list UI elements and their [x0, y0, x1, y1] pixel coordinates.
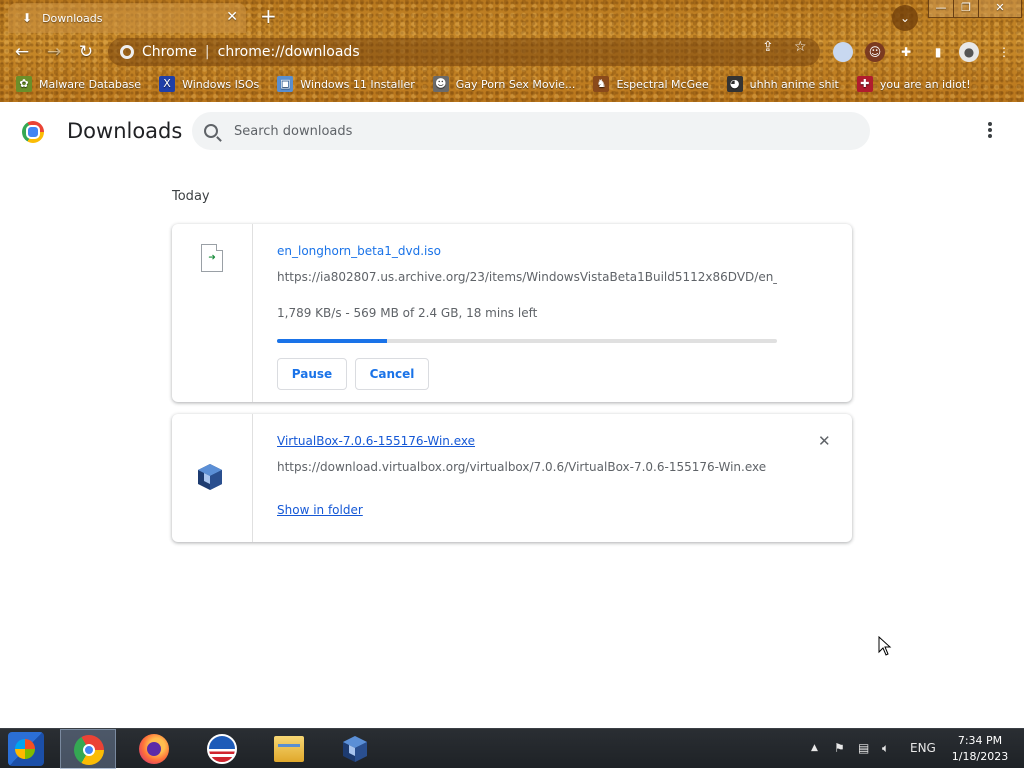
cancel-button[interactable]: Cancel	[355, 358, 429, 390]
download-status: 1,789 KB/s - 569 MB of 2.4 GB, 18 mins l…	[277, 306, 538, 320]
side-panel-icon[interactable]: ▮	[928, 42, 948, 62]
bookmark-item[interactable]: ▣ Windows 11 Installer	[277, 76, 415, 92]
download-url[interactable]: https://ia802807.us.archive.org/23/items…	[277, 270, 777, 284]
bookmark-label: uhhh anime shit	[749, 77, 839, 91]
download-url[interactable]: https://download.virtualbox.org/virtualb…	[277, 460, 777, 474]
face-icon: ☻	[432, 76, 449, 92]
icon-column: ➜	[172, 224, 253, 402]
x-icon: X	[159, 76, 176, 92]
taskbar-file-explorer[interactable]	[261, 729, 317, 769]
obama-icon	[207, 734, 237, 764]
bookmarks-bar: ✿ Malware Database X Windows ISOs ▣ Wind…	[0, 70, 1024, 98]
pause-button[interactable]: Pause	[277, 358, 347, 390]
site-label: Chrome	[142, 44, 197, 60]
bookmark-star-icon[interactable]: ☆	[794, 39, 807, 55]
bookmark-item[interactable]: ◕ uhhh anime shit	[726, 76, 839, 92]
title-bar: ⬇ Downloads ✕ + ⌄ — ❐ ✕	[0, 0, 1024, 34]
page-title: Downloads	[67, 119, 183, 143]
firefox-icon	[139, 734, 169, 764]
url-text: chrome://downloads	[217, 44, 360, 60]
chrome-logo-icon	[22, 121, 44, 143]
tab-title: Downloads	[42, 11, 103, 25]
date-group-label: Today	[172, 189, 210, 204]
taskbar: ▲ ⚑ ▤ 🔈︎ ENG 7:34 PM 1/18/2023	[0, 728, 1024, 769]
search-input[interactable]	[234, 123, 834, 139]
bookmark-item[interactable]: ☻ Gay Porn Sex Movie...	[432, 76, 576, 92]
search-box[interactable]	[192, 112, 870, 150]
search-icon	[204, 124, 218, 138]
taskbar-virtualbox[interactable]	[327, 729, 383, 769]
tab-search-button[interactable]: ⌄	[892, 5, 918, 31]
address-bar[interactable]: Chrome | chrome://downloads	[108, 38, 820, 66]
download-progress-bar	[277, 339, 777, 343]
file-icon: ➜	[201, 244, 223, 272]
volume-icon[interactable]: 🔈︎	[882, 741, 889, 756]
clock-date: 1/18/2023	[951, 750, 1009, 763]
profile-icon[interactable]: ●	[959, 42, 979, 62]
tab-close-icon[interactable]: ✕	[226, 9, 238, 25]
file-explorer-icon	[274, 736, 304, 762]
toolbar: ← → ↻ Chrome | chrome://downloads ⇪ ☆ ☺ …	[0, 34, 1024, 70]
share-icon[interactable]: ⇪	[762, 39, 774, 55]
virtualbox-icon	[343, 736, 367, 762]
bookmark-item[interactable]: X Windows ISOs	[159, 76, 259, 92]
anime-icon: ◕	[726, 76, 743, 92]
system-clock[interactable]: 7:34 PM 1/18/2023	[942, 733, 1018, 765]
download-item: VirtualBox-7.0.6-155176-Win.exe ✕ https:…	[172, 414, 852, 542]
download-item: ➜ en_longhorn_beta1_dvd.iso https://ia80…	[172, 224, 852, 402]
bookmark-label: Malware Database	[39, 77, 142, 91]
forward-button[interactable]: →	[42, 40, 66, 64]
extension-flag-icon[interactable]	[833, 42, 853, 62]
tray-overflow-chevron-icon[interactable]: ▲	[811, 743, 818, 753]
bookmark-item[interactable]: ✚ you are an idiot!	[856, 76, 971, 92]
new-tab-button[interactable]: +	[260, 6, 277, 26]
leaf-icon: ✿	[16, 76, 32, 92]
progress-fill	[277, 339, 387, 343]
bookmark-label: Windows 11 Installer	[300, 77, 415, 91]
image-icon: ▣	[277, 76, 294, 92]
reload-button[interactable]: ↻	[74, 40, 98, 64]
chrome-site-icon	[120, 45, 134, 59]
remove-from-list-icon[interactable]: ✕	[818, 432, 831, 450]
bookmark-label: you are an idiot!	[879, 77, 971, 91]
minimize-button[interactable]: —	[928, 0, 954, 18]
close-window-button[interactable]: ✕	[978, 0, 1022, 18]
downloads-page: Downloads Today ➜ en_longhorn_beta1_dvd.…	[0, 102, 1024, 728]
omnibox-separator: |	[204, 44, 210, 60]
virtualbox-icon	[198, 464, 222, 490]
tab-downloads[interactable]: ⬇ Downloads ✕	[8, 3, 246, 33]
action-center-flag-icon[interactable]: ⚑	[834, 741, 845, 755]
icon-column	[172, 414, 253, 542]
download-filename[interactable]: VirtualBox-7.0.6-155176-Win.exe	[277, 434, 475, 448]
extension-avatar-icon[interactable]: ☺	[865, 42, 885, 62]
taskbar-chrome[interactable]	[60, 729, 116, 769]
bookmark-label: Espectral McGee	[616, 77, 709, 91]
more-actions-icon[interactable]	[980, 120, 1000, 142]
bookmark-item[interactable]: ♞ Espectral McGee	[593, 76, 709, 92]
bookmark-label: Windows ISOs	[182, 77, 260, 91]
show-in-folder-link[interactable]: Show in folder	[277, 503, 363, 517]
clock-time: 7:34 PM	[957, 734, 1003, 747]
menu-icon[interactable]: ⋮	[994, 42, 1014, 62]
download-filename[interactable]: en_longhorn_beta1_dvd.iso	[277, 244, 441, 258]
back-button[interactable]: ←	[10, 40, 34, 64]
bookmark-item[interactable]: ✿ Malware Database	[16, 76, 141, 92]
restore-button[interactable]: ❐	[953, 0, 979, 18]
taskbar-obama-app[interactable]	[194, 729, 250, 769]
character-icon: ♞	[593, 76, 610, 92]
download-icon: ⬇	[22, 11, 33, 25]
bookmark-label: Gay Porn Sex Movie...	[455, 77, 576, 91]
start-button[interactable]	[8, 732, 44, 766]
mouse-cursor-icon	[878, 636, 892, 656]
language-indicator[interactable]: ENG	[910, 741, 936, 755]
extensions-puzzle-icon[interactable]: ✚	[896, 42, 916, 62]
flag-icon: ✚	[856, 76, 873, 92]
taskbar-firefox[interactable]	[126, 729, 182, 769]
network-icon[interactable]: ▤	[858, 741, 869, 755]
chrome-icon	[74, 735, 104, 765]
browser-chrome: ⬇ Downloads ✕ + ⌄ — ❐ ✕ ← → ↻ Chrome | c…	[0, 0, 1024, 102]
